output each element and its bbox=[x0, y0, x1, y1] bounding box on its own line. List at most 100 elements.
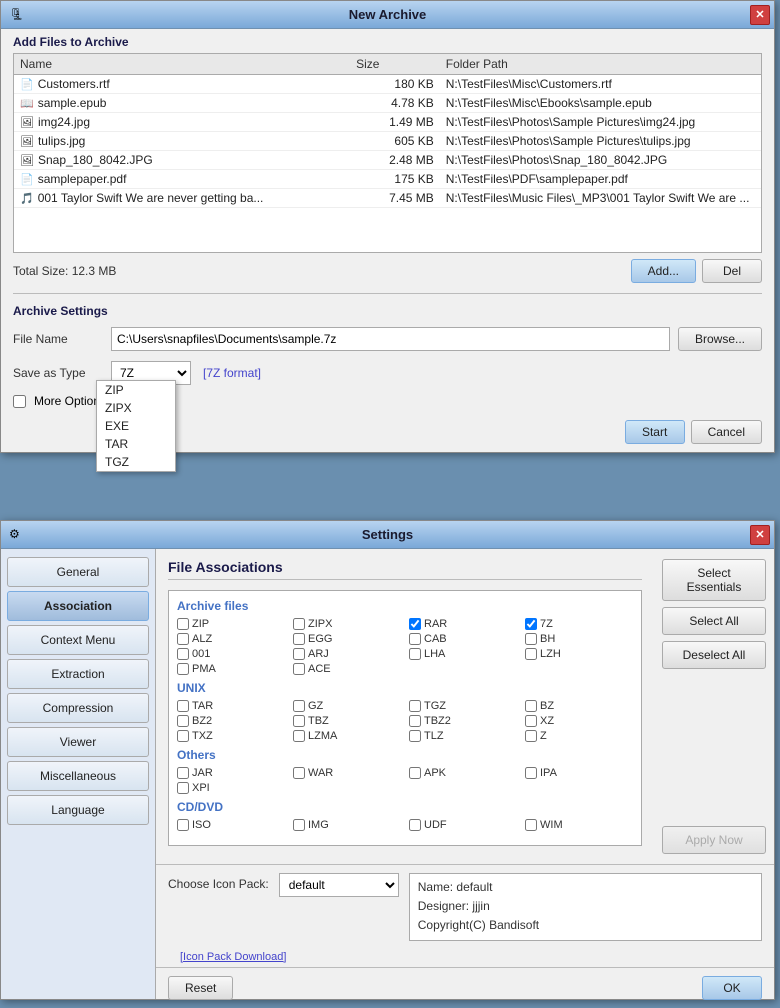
checkbox-iso[interactable] bbox=[177, 819, 189, 831]
file-path-cell: N:\TestFiles\PDF\samplepaper.pdf bbox=[440, 170, 761, 189]
file-name-row: File Name Browse... bbox=[1, 322, 774, 356]
checkbox-xz[interactable] bbox=[525, 715, 537, 727]
label-lzh: LZH bbox=[540, 648, 561, 660]
browse-button[interactable]: Browse... bbox=[678, 327, 762, 351]
label-bz: BZ bbox=[540, 700, 554, 712]
file-size-cell: 180 KB bbox=[350, 75, 440, 94]
table-row[interactable]: 🖼Snap_180_8042.JPG 2.48 MB N:\TestFiles\… bbox=[14, 151, 761, 170]
dropdown-zip[interactable]: ZIP bbox=[97, 381, 175, 399]
checkbox-7z[interactable] bbox=[525, 618, 537, 630]
archive-files-group-title: Archive files bbox=[177, 599, 633, 613]
checkbox-lha[interactable] bbox=[409, 648, 421, 660]
dropdown-exe[interactable]: EXE bbox=[97, 417, 175, 435]
checkbox-z[interactable] bbox=[525, 730, 537, 742]
start-button[interactable]: Start bbox=[625, 420, 685, 444]
table-row[interactable]: 🎵001 Taylor Swift We are never getting b… bbox=[14, 189, 761, 208]
label-bz2: BZ2 bbox=[192, 715, 212, 727]
association-side-buttons: Select Essentials Select All Deselect Al… bbox=[654, 549, 774, 864]
label-tlz: TLZ bbox=[424, 730, 444, 742]
checkbox-arj[interactable] bbox=[293, 648, 305, 660]
checkbox-wim[interactable] bbox=[525, 819, 537, 831]
sidebar-item-extraction[interactable]: Extraction bbox=[7, 659, 149, 689]
sidebar-item-compression[interactable]: Compression bbox=[7, 693, 149, 723]
checkbox-war[interactable] bbox=[293, 767, 305, 779]
checkbox-apk[interactable] bbox=[409, 767, 421, 779]
table-row[interactable]: 📄Customers.rtf 180 KB N:\TestFiles\Misc\… bbox=[14, 75, 761, 94]
dropdown-zipx[interactable]: ZIPX bbox=[97, 399, 175, 417]
checkbox-alz[interactable] bbox=[177, 633, 189, 645]
table-row[interactable]: 🖼tulips.jpg 605 KB N:\TestFiles\Photos\S… bbox=[14, 132, 761, 151]
list-item: 001 bbox=[177, 648, 285, 660]
checkbox-001[interactable] bbox=[177, 648, 189, 660]
add-button[interactable]: Add... bbox=[631, 259, 696, 283]
cancel-button[interactable]: Cancel bbox=[691, 420, 762, 444]
checkbox-xpi[interactable] bbox=[177, 782, 189, 794]
checkbox-lzma[interactable] bbox=[293, 730, 305, 742]
settings-close-button[interactable]: ✕ bbox=[750, 525, 770, 545]
checkbox-jar[interactable] bbox=[177, 767, 189, 779]
file-name-cell: 📖sample.epub bbox=[14, 94, 350, 113]
checkbox-tgz[interactable] bbox=[409, 700, 421, 712]
file-name-label: File Name bbox=[13, 332, 103, 346]
checkbox-zipx[interactable] bbox=[293, 618, 305, 630]
label-war: WAR bbox=[308, 767, 333, 779]
checkbox-zip[interactable] bbox=[177, 618, 189, 630]
label-7z: 7Z bbox=[540, 618, 553, 630]
checkbox-ipa[interactable] bbox=[525, 767, 537, 779]
checkbox-rar[interactable] bbox=[409, 618, 421, 630]
list-item: XZ bbox=[525, 715, 633, 727]
table-row[interactable]: 📄samplepaper.pdf 175 KB N:\TestFiles\PDF… bbox=[14, 170, 761, 189]
dropdown-tgz[interactable]: TGZ bbox=[97, 453, 175, 471]
list-item: TLZ bbox=[409, 730, 517, 742]
del-button[interactable]: Del bbox=[702, 259, 762, 283]
apply-now-button[interactable]: Apply Now bbox=[662, 826, 766, 854]
file-name-cell: 🖼Snap_180_8042.JPG bbox=[14, 151, 350, 170]
list-item: IPA bbox=[525, 767, 633, 779]
table-row[interactable]: 🖼img24.jpg 1.49 MB N:\TestFiles\Photos\S… bbox=[14, 113, 761, 132]
checkbox-img[interactable] bbox=[293, 819, 305, 831]
archive-close-button[interactable]: ✕ bbox=[750, 5, 770, 25]
checkbox-gz[interactable] bbox=[293, 700, 305, 712]
icon-pack-select[interactable]: default bbox=[279, 873, 399, 897]
checkbox-tbz2[interactable] bbox=[409, 715, 421, 727]
checkbox-bh[interactable] bbox=[525, 633, 537, 645]
file-path-cell: N:\TestFiles\Music Files\_MP3\001 Taylor… bbox=[440, 189, 761, 208]
checkbox-cab[interactable] bbox=[409, 633, 421, 645]
label-xz: XZ bbox=[540, 715, 554, 727]
file-size-cell: 2.48 MB bbox=[350, 151, 440, 170]
sidebar-item-viewer[interactable]: Viewer bbox=[7, 727, 149, 757]
sidebar-item-language[interactable]: Language bbox=[7, 795, 149, 825]
ok-button[interactable]: OK bbox=[702, 976, 762, 1000]
label-zipx: ZIPX bbox=[308, 618, 332, 630]
checkbox-udf[interactable] bbox=[409, 819, 421, 831]
sidebar-item-context-menu[interactable]: Context Menu bbox=[7, 625, 149, 655]
checkbox-egg[interactable] bbox=[293, 633, 305, 645]
more-options-checkbox[interactable] bbox=[13, 395, 26, 408]
checkbox-bz[interactable] bbox=[525, 700, 537, 712]
file-name-input[interactable] bbox=[111, 327, 670, 351]
select-all-button[interactable]: Select All bbox=[662, 607, 766, 635]
checkbox-tlz[interactable] bbox=[409, 730, 421, 742]
table-row[interactable]: 📖sample.epub 4.78 KB N:\TestFiles\Misc\E… bbox=[14, 94, 761, 113]
checkbox-bz2[interactable] bbox=[177, 715, 189, 727]
sidebar-item-general[interactable]: General bbox=[7, 557, 149, 587]
list-item: PMA bbox=[177, 663, 285, 675]
settings-window-title: Settings bbox=[362, 527, 413, 542]
checkbox-txz[interactable] bbox=[177, 730, 189, 742]
checkbox-tbz[interactable] bbox=[293, 715, 305, 727]
list-item: GZ bbox=[293, 700, 401, 712]
checkbox-tar[interactable] bbox=[177, 700, 189, 712]
sidebar-item-association[interactable]: Association bbox=[7, 591, 149, 621]
sidebar-item-miscellaneous[interactable]: Miscellaneous bbox=[7, 761, 149, 791]
list-item: ALZ bbox=[177, 633, 285, 645]
checkbox-lzh[interactable] bbox=[525, 648, 537, 660]
list-item: TAR bbox=[177, 700, 285, 712]
dropdown-tar[interactable]: TAR bbox=[97, 435, 175, 453]
deselect-all-button[interactable]: Deselect All bbox=[662, 641, 766, 669]
checkbox-ace[interactable] bbox=[293, 663, 305, 675]
reset-button[interactable]: Reset bbox=[168, 976, 233, 1000]
label-arj: ARJ bbox=[308, 648, 329, 660]
list-item: WIM bbox=[525, 819, 633, 831]
checkbox-pma[interactable] bbox=[177, 663, 189, 675]
select-essentials-button[interactable]: Select Essentials bbox=[662, 559, 766, 601]
